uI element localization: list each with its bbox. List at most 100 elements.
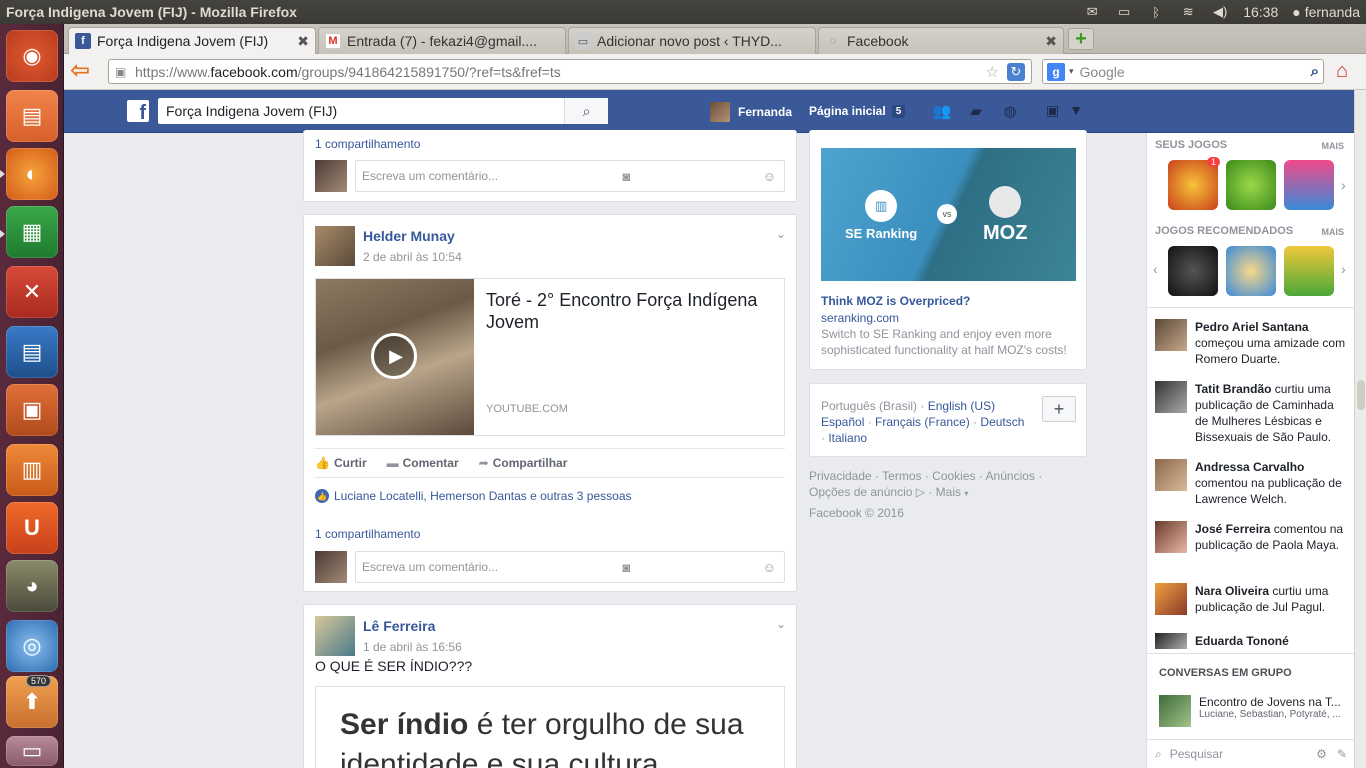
share-button[interactable]: ➦ Compartilhar xyxy=(479,456,568,470)
facebook-logo-icon[interactable]: f xyxy=(127,100,149,123)
game-candy-crush-icon[interactable]: 1 xyxy=(1168,157,1220,210)
ubuntu-one-icon[interactable]: U xyxy=(6,502,58,554)
language-option[interactable]: Français (France) xyxy=(875,415,970,429)
footer-link[interactable]: Termos xyxy=(882,469,921,483)
game-frog-icon[interactable] xyxy=(1226,160,1276,210)
game-heroine-icon[interactable] xyxy=(1226,246,1276,296)
google-icon[interactable]: g xyxy=(1047,62,1065,81)
files-icon[interactable]: ▤ xyxy=(6,90,58,142)
chevron-down-icon[interactable]: ▾ xyxy=(1069,66,1074,77)
camera-icon[interactable]: ◙ xyxy=(622,560,630,575)
camera-icon[interactable]: ◙ xyxy=(622,169,630,184)
back-button[interactable]: ⇦ xyxy=(70,59,98,85)
emoji-icon[interactable]: ☺ xyxy=(763,169,776,184)
language-option[interactable]: Deutsch xyxy=(980,415,1024,429)
bookmark-star-icon[interactable]: ☆ xyxy=(986,63,999,81)
chat-settings-gear-icon[interactable]: ⚙ xyxy=(1316,747,1327,761)
post-image[interactable]: Ser índio é ter orgulho de sua identidad… xyxy=(315,686,785,768)
libreoffice-writer-icon[interactable]: ▤ xyxy=(6,326,58,378)
messages-icon[interactable]: ▰ xyxy=(966,102,986,120)
post-author[interactable]: Lê Ferreira xyxy=(363,618,462,634)
close-tab-icon[interactable]: ✖ xyxy=(1039,33,1057,50)
reload-icon[interactable]: ↻ xyxy=(1007,62,1025,81)
footer-link[interactable]: Mais xyxy=(936,485,961,499)
system-settings-icon[interactable]: ✕ xyxy=(6,266,58,318)
ticker-item[interactable]: Eduarda Tononé xyxy=(1155,633,1347,649)
chevron-down-icon[interactable]: ▼ xyxy=(1069,102,1083,119)
facebook-search-input[interactable]: Força Indigena Jovem (FIJ) ⌕ xyxy=(158,98,608,124)
comment-button[interactable]: ▬ Comentar xyxy=(387,456,459,470)
ad-image[interactable]: ▥ SE Ranking vs MOZ xyxy=(821,148,1076,281)
home-link[interactable]: Página inicial 5 xyxy=(809,104,906,118)
friend-requests-icon[interactable]: 👥 xyxy=(932,102,952,120)
software-center-icon[interactable]: ▥ xyxy=(6,444,58,496)
tab-forca-indigena[interactable]: f Força Indigena Jovem (FIJ) ✖ xyxy=(68,27,316,54)
link-title[interactable]: Toré - 2° Encontro Força Indígena Jovem xyxy=(486,289,772,333)
ad-domain[interactable]: seranking.com xyxy=(821,311,899,325)
game-millionaire-city-icon[interactable] xyxy=(1284,160,1334,210)
web-search-bar[interactable]: g ▾ Google ⌕ xyxy=(1042,59,1324,84)
avatar[interactable] xyxy=(315,226,355,266)
ad-title[interactable]: Think MOZ is Overpriced? xyxy=(821,294,970,308)
chevron-right-icon[interactable]: › xyxy=(1341,261,1346,277)
new-message-icon[interactable]: ✎ xyxy=(1337,747,1347,761)
wifi-icon[interactable]: ≋ xyxy=(1179,4,1197,19)
page-scrollbar[interactable] xyxy=(1354,90,1366,768)
url-bar[interactable]: ▣ https://www. facebook.com/groups/941864… xyxy=(108,59,1032,84)
comment-input[interactable]: Escreva um comentário... ◙ ☺ xyxy=(355,551,785,583)
group-chat-item[interactable]: Encontro de Jovens na T... Luciane, Seba… xyxy=(1159,695,1349,727)
profile-link[interactable]: Fernanda xyxy=(710,102,792,122)
comment-input[interactable]: Escreva um comentário... ◙ ☺ xyxy=(355,160,785,192)
privacy-shortcuts-icon[interactable]: ▣ xyxy=(1046,102,1059,119)
bluetooth-icon[interactable]: ᛒ xyxy=(1147,5,1165,20)
libreoffice-impress-icon[interactable]: ▣ xyxy=(6,384,58,436)
ticker-item[interactable]: Nara Oliveira curtiu uma publicação de J… xyxy=(1155,583,1347,615)
ticker-item[interactable]: José Ferreira comentou na publicação de … xyxy=(1155,521,1347,553)
recommended-more-link[interactable]: MAIS xyxy=(1322,227,1345,237)
play-icon[interactable]: ▶ xyxy=(371,333,417,379)
tab-facebook[interactable]: ◌ Facebook ✖ xyxy=(818,27,1064,54)
tab-gmail[interactable]: M Entrada (7) - fekazi4@gmail.... xyxy=(318,27,566,54)
close-tab-icon[interactable]: ✖ xyxy=(291,33,309,50)
language-option[interactable]: English (US) xyxy=(928,399,995,413)
more-languages-button[interactable]: + xyxy=(1042,396,1076,422)
ticker-item[interactable]: Andressa Carvalho comentou na publicação… xyxy=(1155,459,1347,507)
chevron-right-icon[interactable]: › xyxy=(1341,177,1346,193)
footer-link[interactable]: Opções de anúncio xyxy=(809,485,912,499)
post-options-chevron-icon[interactable]: ⌄ xyxy=(776,227,786,241)
mail-icon[interactable]: ✉ xyxy=(1083,4,1101,19)
ubuntu-dash-icon[interactable]: ◉ xyxy=(6,30,58,82)
chevron-left-icon[interactable]: ‹ xyxy=(1153,261,1158,277)
tab-wordpress[interactable]: ▭ Adicionar novo post ‹ THYD... xyxy=(568,27,816,54)
libreoffice-calc-icon[interactable]: ▦ xyxy=(6,206,58,258)
ticker-item[interactable]: Pedro Ariel Santana começou uma amizade … xyxy=(1155,319,1347,367)
search-button[interactable]: ⌕ xyxy=(564,98,608,124)
clock[interactable]: 16:38 xyxy=(1243,4,1278,20)
avatar[interactable] xyxy=(315,616,355,656)
my-games-more-link[interactable]: MAIS xyxy=(1322,141,1345,151)
footer-link[interactable]: Privacidade xyxy=(809,469,872,483)
game-farmville-icon[interactable] xyxy=(1284,246,1334,296)
likes-summary[interactable]: 👍 Luciane Locatelli, Hemerson Dantas e o… xyxy=(315,489,632,503)
shares-count-link[interactable]: 1 compartilhamento xyxy=(315,137,420,151)
post-options-chevron-icon[interactable]: ⌄ xyxy=(776,617,786,631)
post-author[interactable]: Helder Munay xyxy=(363,228,462,244)
user-menu[interactable]: ● fernanda xyxy=(1292,4,1360,20)
trash-icon[interactable]: ▭ xyxy=(6,736,58,766)
battery-icon[interactable]: ▭ xyxy=(1115,4,1133,19)
like-button[interactable]: 👍 Curtir xyxy=(315,456,367,470)
chromium-icon[interactable]: ◎ xyxy=(6,620,58,672)
language-option[interactable]: Italiano xyxy=(828,431,867,445)
game-wheel-icon[interactable] xyxy=(1168,246,1218,296)
link-preview[interactable]: ▶ Toré - 2° Encontro Força Indígena Jove… xyxy=(315,278,785,436)
video-thumbnail[interactable]: ▶ xyxy=(316,279,474,435)
new-tab-button[interactable]: + xyxy=(1068,28,1094,50)
search-icon[interactable]: ⌕ xyxy=(1311,63,1319,80)
footer-link[interactable]: Anúncios xyxy=(986,469,1035,483)
chat-search-input[interactable]: ⌕ Pesquisar ⚙ ✎ xyxy=(1147,739,1354,768)
firefox-icon[interactable]: ◐ xyxy=(6,148,58,200)
notifications-globe-icon[interactable]: ◍ xyxy=(1000,102,1020,120)
footer-link[interactable]: Cookies xyxy=(932,469,975,483)
gimp-icon[interactable]: ◕ xyxy=(6,560,58,612)
volume-icon[interactable]: ◀) xyxy=(1211,4,1229,19)
